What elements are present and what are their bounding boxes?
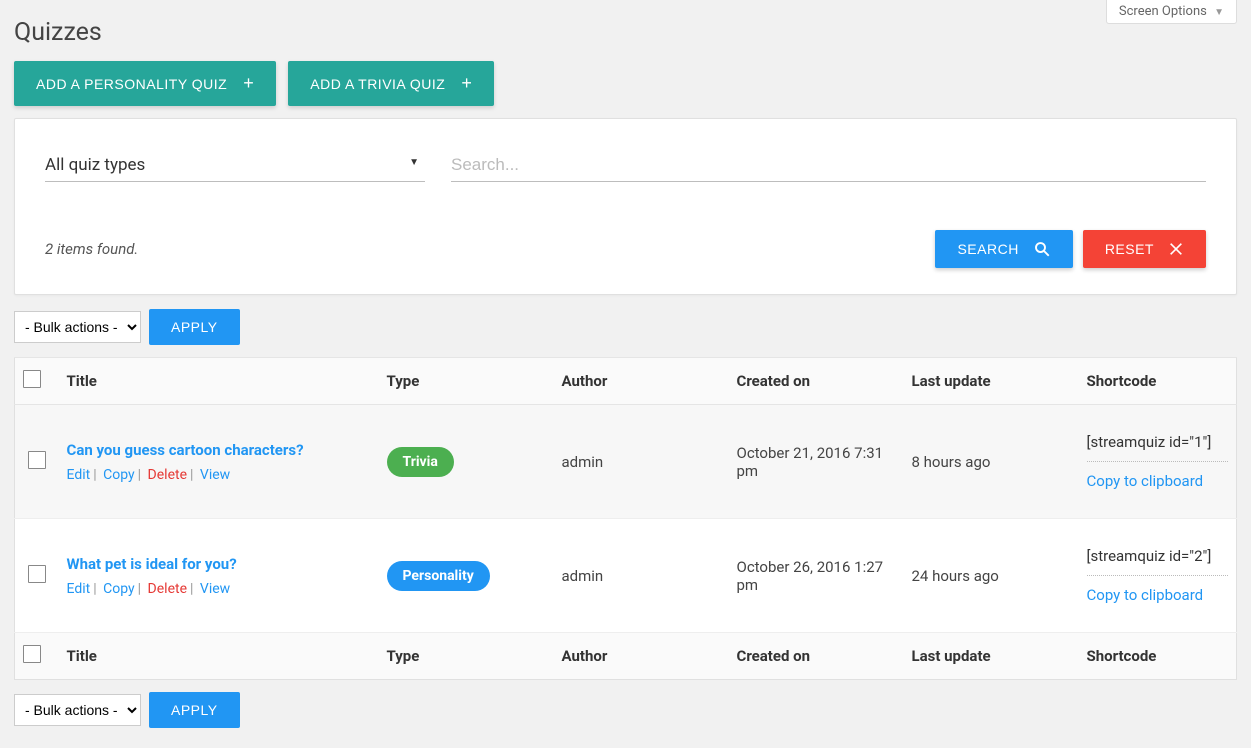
apply-label: APPLY	[171, 319, 218, 335]
chevron-down-icon: ▼	[409, 157, 419, 168]
column-title[interactable]: Title	[59, 358, 379, 405]
edit-link[interactable]: Edit	[67, 467, 91, 483]
bulk-actions-select[interactable]: - Bulk actions -	[14, 311, 141, 343]
delete-link[interactable]: Delete	[148, 581, 187, 597]
column-author: Author	[554, 358, 729, 405]
shortcode-text: [streamquiz id="2"]	[1087, 547, 1229, 576]
created-cell: October 26, 2016 1:27 pm	[729, 519, 904, 633]
chevron-down-icon: ▼	[1214, 7, 1224, 18]
close-icon	[1168, 241, 1184, 257]
quiz-type-select[interactable]: All quiz types ▼	[45, 149, 425, 182]
column-title[interactable]: Title	[59, 633, 379, 680]
search-button[interactable]: SEARCH	[935, 230, 1072, 268]
shortcode-text: [streamquiz id="1"]	[1087, 433, 1229, 462]
column-type: Type	[379, 358, 554, 405]
author-cell: admin	[554, 519, 729, 633]
updated-cell: 24 hours ago	[904, 519, 1079, 633]
apply-label: APPLY	[171, 702, 218, 718]
copy-link[interactable]: Copy	[103, 467, 135, 483]
delete-link[interactable]: Delete	[148, 467, 187, 483]
column-created[interactable]: Created on	[729, 358, 904, 405]
apply-button-footer[interactable]: APPLY	[149, 692, 240, 728]
view-link[interactable]: View	[200, 581, 230, 597]
quiz-type-selected: All quiz types	[45, 155, 145, 175]
created-cell: October 21, 2016 7:31 pm	[729, 405, 904, 519]
page-title: Quizzes	[14, 18, 1237, 47]
reset-button-label: RESET	[1105, 241, 1154, 257]
column-shortcode: Shortcode	[1079, 358, 1237, 405]
filter-panel: All quiz types ▼ 2 items found. SEARCH	[14, 118, 1237, 295]
copy-clipboard-link[interactable]: Copy to clipboard	[1087, 586, 1204, 604]
apply-button[interactable]: APPLY	[149, 309, 240, 345]
updated-cell: 8 hours ago	[904, 405, 1079, 519]
column-updated[interactable]: Last update	[904, 358, 1079, 405]
type-badge: Personality	[387, 561, 490, 591]
plus-icon: +	[243, 73, 254, 94]
add-personality-label: ADD A PERSONALITY QUIZ	[36, 76, 227, 92]
column-updated[interactable]: Last update	[904, 633, 1079, 680]
row-checkbox[interactable]	[28, 451, 46, 469]
screen-options-toggle[interactable]: Screen Options ▼	[1106, 0, 1237, 24]
quiz-title-link[interactable]: What pet is ideal for you?	[67, 555, 237, 573]
quiz-title-link[interactable]: Can you guess cartoon characters?	[67, 441, 304, 459]
author-cell: admin	[554, 405, 729, 519]
row-checkbox[interactable]	[28, 565, 46, 583]
select-all-checkbox-footer[interactable]	[23, 645, 41, 663]
column-author: Author	[554, 633, 729, 680]
add-trivia-quiz-button[interactable]: ADD A TRIVIA QUIZ +	[288, 61, 494, 106]
copy-clipboard-link[interactable]: Copy to clipboard	[1087, 472, 1204, 490]
search-icon	[1033, 240, 1051, 258]
quiz-table: Title Type Author Created on Last update…	[14, 357, 1237, 680]
column-shortcode: Shortcode	[1079, 633, 1237, 680]
search-button-label: SEARCH	[957, 241, 1018, 257]
select-all-checkbox[interactable]	[23, 370, 41, 388]
table-row: Can you guess cartoon characters? Edit| …	[15, 405, 1237, 519]
add-trivia-label: ADD A TRIVIA QUIZ	[310, 76, 445, 92]
add-personality-quiz-button[interactable]: ADD A PERSONALITY QUIZ +	[14, 61, 276, 106]
items-found-label: 2 items found.	[45, 240, 138, 258]
reset-button[interactable]: RESET	[1083, 230, 1206, 268]
search-input[interactable]	[451, 155, 1206, 175]
view-link[interactable]: View	[200, 467, 230, 483]
screen-options-label: Screen Options	[1119, 4, 1207, 19]
edit-link[interactable]: Edit	[67, 581, 91, 597]
column-type: Type	[379, 633, 554, 680]
plus-icon: +	[461, 73, 472, 94]
type-badge: Trivia	[387, 447, 454, 477]
column-created[interactable]: Created on	[729, 633, 904, 680]
copy-link[interactable]: Copy	[103, 581, 135, 597]
table-row: What pet is ideal for you? Edit| Copy| D…	[15, 519, 1237, 633]
bulk-actions-select-footer[interactable]: - Bulk actions -	[14, 694, 141, 726]
